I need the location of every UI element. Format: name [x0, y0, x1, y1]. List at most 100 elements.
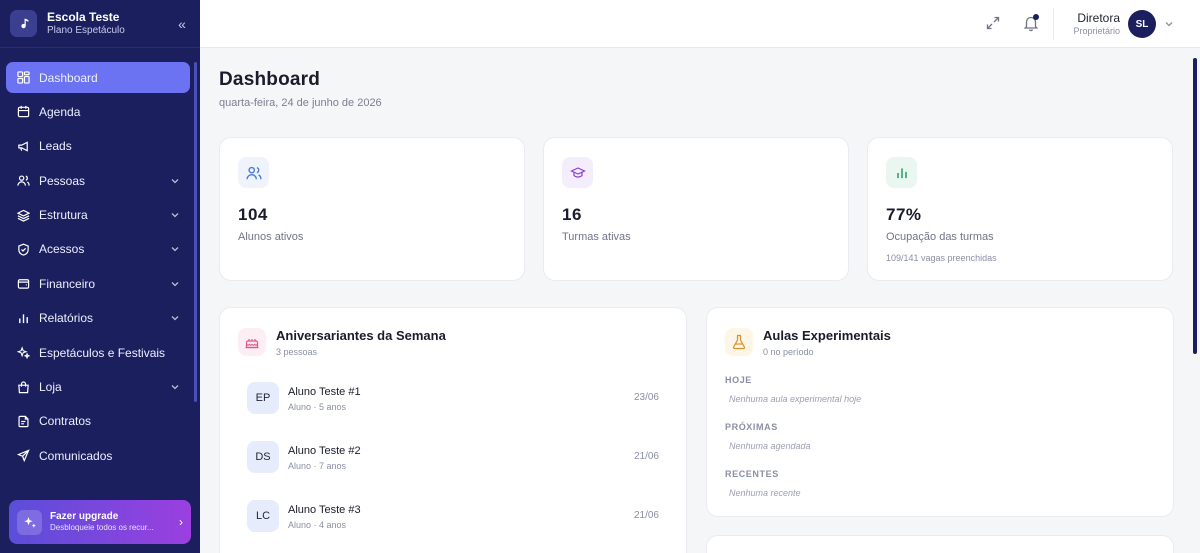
- cake-icon: [238, 328, 266, 356]
- next-panel: [706, 535, 1174, 553]
- page-title: Dashboard: [219, 69, 321, 90]
- send-icon: [16, 449, 30, 463]
- sidebar-item-dashboard[interactable]: Dashboard: [6, 62, 190, 93]
- user-name: Diretora: [1077, 10, 1120, 25]
- chevron-down-icon: [171, 281, 179, 287]
- section-label-hoje: HOJE: [725, 375, 752, 385]
- plan-name: Plano Espetáculo: [47, 24, 125, 36]
- sidebar-item-loja[interactable]: Loja: [6, 372, 190, 403]
- person-name: Aluno Teste #1: [288, 386, 361, 398]
- birthday-date: 23/06: [633, 392, 659, 403]
- sidebar-item-label: Pessoas: [39, 173, 86, 188]
- flask-icon: [725, 328, 753, 356]
- collapse-sidebar-icon[interactable]: «: [174, 16, 190, 32]
- divider: [1053, 8, 1054, 40]
- section-label-proximas: PRÓXIMAS: [725, 422, 778, 432]
- panel-subtitle: 3 pessoas: [276, 347, 318, 357]
- sparkles-icon: [16, 346, 30, 360]
- section-label-recentes: RECENTES: [725, 469, 779, 479]
- list-item[interactable]: LC Aluno Teste #3 Aluno · 4 anos 21/06: [247, 500, 659, 534]
- sidebar-item-label: Relatórios: [39, 311, 94, 326]
- stat-value: 104: [238, 205, 268, 224]
- person-meta: Aluno · 5 anos: [288, 402, 347, 412]
- sparkles-icon: [17, 509, 42, 535]
- list-item[interactable]: DS Aluno Teste #2 Aluno · 7 anos 21/06: [247, 441, 659, 475]
- main-content: Dashboard quarta-feira, 24 de junho de 2…: [200, 49, 1200, 553]
- sidebar-item-relatorios[interactable]: Relatórios: [6, 303, 190, 334]
- sidebar-item-comunicados[interactable]: Comunicados: [6, 440, 190, 471]
- avatar: DS: [247, 441, 279, 473]
- sidebar-item-label: Loja: [39, 380, 62, 395]
- chevron-right-icon: ›: [179, 515, 183, 529]
- person-name: Aluno Teste #2: [288, 445, 361, 457]
- stat-card-ocupacao: 77% Ocupação das turmas 109/141 vagas pr…: [867, 137, 1173, 281]
- person-name: Aluno Teste #3: [288, 504, 361, 516]
- bar-chart-icon: [886, 157, 917, 188]
- wallet-icon: [16, 277, 30, 291]
- upgrade-title: Fazer upgrade: [50, 511, 119, 523]
- shield-icon: [16, 242, 30, 256]
- topbar: Diretora Proprietário SL: [200, 0, 1200, 48]
- upgrade-button[interactable]: Fazer upgrade Desbloqueie todos os recur…: [9, 500, 191, 544]
- contract-icon: [16, 414, 30, 428]
- users-icon: [16, 174, 30, 188]
- sidebar-nav: Dashboard Agenda Leads Pessoas Estrutura…: [6, 62, 190, 475]
- chevron-down-icon: [171, 247, 179, 252]
- user-role: Proprietário: [1073, 25, 1120, 36]
- stat-card-turmas: 16 Turmas ativas: [543, 137, 849, 281]
- sidebar-scrollbar[interactable]: [194, 62, 197, 402]
- expand-icon[interactable]: [985, 15, 1001, 31]
- sidebar-item-estrutura[interactable]: Estrutura: [6, 200, 190, 231]
- sidebar-item-label: Comunicados: [39, 448, 113, 463]
- stat-label: Alunos ativos: [238, 231, 304, 243]
- person-meta: Aluno · 7 anos: [288, 461, 347, 471]
- sidebar-item-label: Acessos: [39, 242, 85, 257]
- panel-title: Aniversariantes da Semana: [276, 328, 446, 343]
- sidebar-item-label: Agenda: [39, 104, 81, 119]
- sidebar-item-financeiro[interactable]: Financeiro: [6, 268, 190, 299]
- trial-classes-panel: Aulas Experimentais 0 no período HOJE Ne…: [706, 307, 1174, 517]
- sidebar-item-pessoas[interactable]: Pessoas: [6, 165, 190, 196]
- sidebar: Escola Teste Plano Espetáculo « Dashboar…: [0, 0, 200, 553]
- calendar-icon: [16, 105, 30, 119]
- sidebar-item-leads[interactable]: Leads: [6, 131, 190, 162]
- music-note-icon: [10, 10, 37, 37]
- sidebar-item-label: Contratos: [39, 414, 92, 429]
- avatar: EP: [247, 382, 279, 414]
- dashboard-icon: [16, 71, 30, 85]
- birthday-date: 21/06: [633, 451, 659, 462]
- page-date: quarta-feira, 24 de junho de 2026: [219, 97, 382, 109]
- sidebar-item-acessos[interactable]: Acessos: [6, 234, 190, 265]
- stat-label: Ocupação das turmas: [886, 231, 994, 243]
- sidebar-item-label: Financeiro: [39, 276, 96, 291]
- birthdays-panel: Aniversariantes da Semana 3 pessoas EP A…: [219, 307, 687, 553]
- sidebar-item-label: Estrutura: [39, 208, 88, 223]
- chevron-down-icon: [171, 385, 179, 390]
- list-item[interactable]: EP Aluno Teste #1 Aluno · 5 anos 23/06: [247, 382, 659, 416]
- stat-value: 77%: [886, 205, 922, 224]
- chevron-down-icon: [171, 316, 179, 321]
- empty-state-text: Nenhuma aula experimental hoje: [729, 394, 862, 404]
- brand-header: Escola Teste Plano Espetáculo «: [0, 0, 200, 48]
- bar-chart-icon: [16, 311, 30, 325]
- megaphone-icon: [16, 139, 30, 153]
- stat-subtext: 109/141 vagas preenchidas: [886, 253, 997, 263]
- user-menu[interactable]: Diretora Proprietário SL: [1064, 8, 1184, 40]
- main-scrollbar[interactable]: [1193, 58, 1197, 354]
- avatar: LC: [247, 500, 279, 532]
- chevron-down-icon: [171, 178, 179, 184]
- chevron-down-icon: [171, 213, 179, 218]
- person-meta: Aluno · 4 anos: [288, 520, 347, 530]
- sidebar-item-label: Leads: [39, 139, 72, 154]
- sidebar-item-label: Espetáculos e Festivais: [39, 345, 166, 360]
- shop-icon: [16, 380, 30, 394]
- stat-card-alunos: 104 Alunos ativos: [219, 137, 525, 281]
- sidebar-item-espetaculos[interactable]: Espetáculos e Festivais: [6, 337, 190, 368]
- empty-state-text: Nenhuma agendada: [729, 441, 811, 451]
- users-icon: [238, 157, 269, 188]
- sidebar-item-agenda[interactable]: Agenda: [6, 96, 190, 127]
- notification-dot: [1033, 14, 1039, 20]
- empty-state-text: Nenhuma recente: [729, 488, 801, 498]
- upgrade-subtitle: Desbloqueie todos os recur...: [50, 523, 154, 533]
- sidebar-item-contratos[interactable]: Contratos: [6, 406, 190, 437]
